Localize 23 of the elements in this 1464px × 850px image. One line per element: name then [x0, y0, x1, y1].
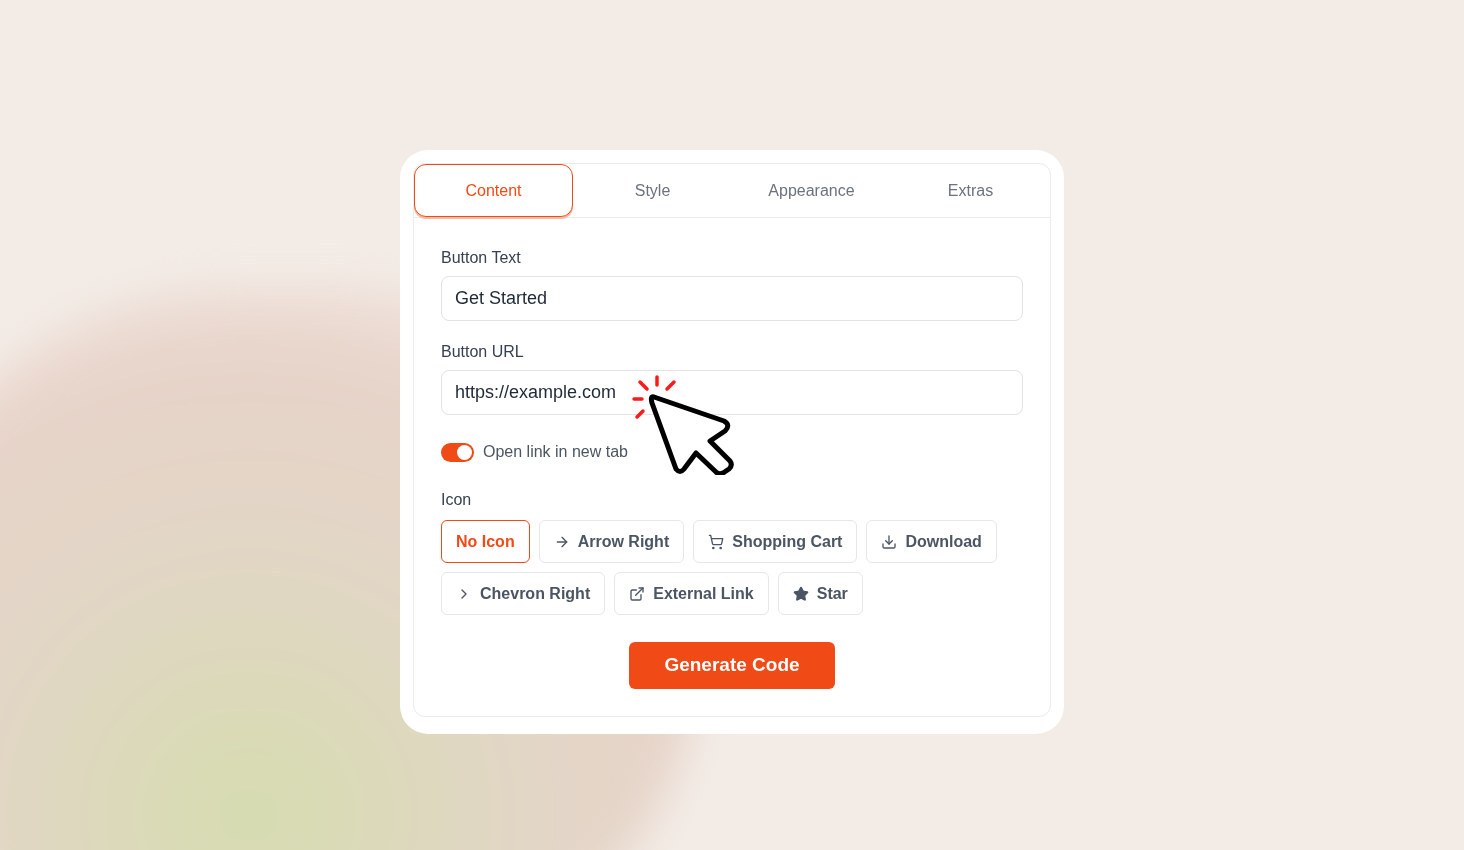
input-field[interactable]: https://example.com — [441, 370, 1023, 415]
icon-option[interactable]: Download — [866, 520, 997, 563]
field-label: Button Text — [441, 248, 522, 268]
icon-option[interactable]: No Icon — [441, 520, 530, 563]
tab[interactable]: Extras — [891, 164, 1050, 217]
icon-label: Icon — [441, 490, 473, 510]
icon-option[interactable]: External Link — [614, 572, 769, 615]
input-field[interactable]: Get Started — [441, 276, 1023, 321]
icon-option[interactable]: Chevron Right — [441, 572, 606, 615]
generate-code-button[interactable]: Generate Code — [629, 642, 835, 689]
icon-option[interactable]: Arrow Right — [538, 520, 685, 563]
tab[interactable]: Style — [573, 164, 732, 217]
tab[interactable]: Content — [414, 164, 573, 217]
toggle-label: Open link in new tab — [483, 442, 628, 462]
download-icon — [881, 533, 898, 550]
icon-option[interactable]: Shopping Cart — [693, 520, 858, 563]
external-link-icon — [629, 585, 646, 602]
shopping-cart-icon — [708, 533, 725, 550]
toggle-switch[interactable] — [441, 442, 474, 462]
icon-option[interactable]: Star — [777, 572, 863, 615]
tab[interactable]: Appearance — [732, 164, 891, 217]
star-icon — [792, 585, 809, 602]
field-label: Button URL — [441, 342, 525, 362]
